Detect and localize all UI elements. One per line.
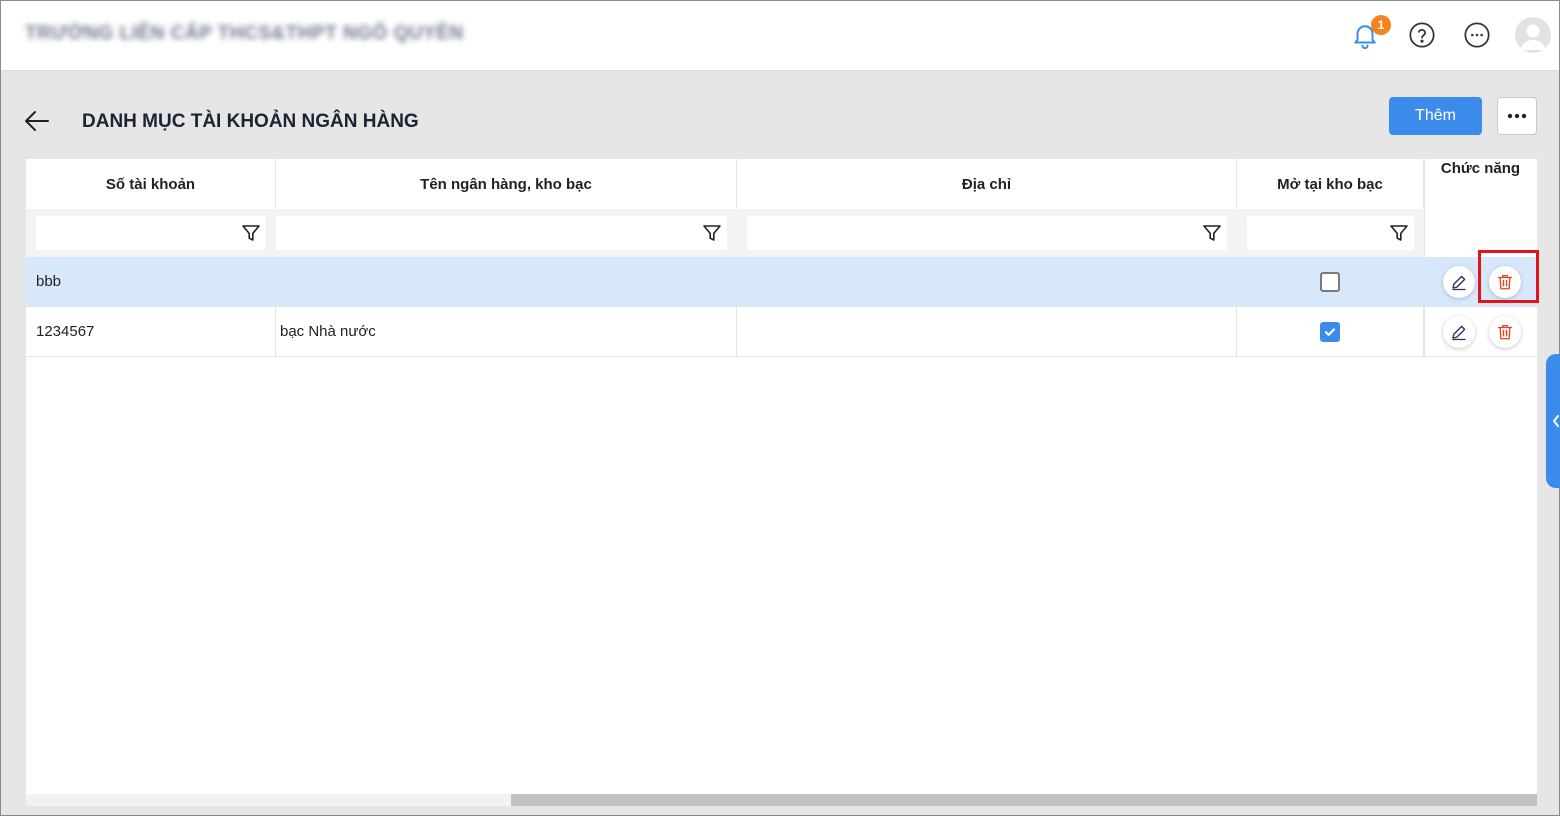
check-icon bbox=[1324, 327, 1336, 336]
column-header-bank-name[interactable]: Tên ngân hàng, kho bạc bbox=[276, 159, 737, 209]
edit-button[interactable] bbox=[1443, 266, 1475, 298]
cell-address bbox=[737, 257, 1237, 306]
filter-icon[interactable] bbox=[702, 223, 722, 243]
bank-account-grid: Số tài khoản Tên ngân hàng, kho bạc Địa … bbox=[26, 159, 1537, 806]
top-bar: TRƯỜNG LIÊN CẤP THCS&THPT NGÔ QUYỀN 1 bbox=[1, 1, 1559, 71]
filter-row bbox=[26, 209, 1424, 257]
filter-account-number[interactable] bbox=[36, 216, 266, 250]
filter-opened-at-treasury[interactable] bbox=[1247, 216, 1414, 250]
help-icon[interactable] bbox=[1405, 18, 1439, 52]
trash-icon bbox=[1497, 324, 1513, 340]
page-title: DANH MỤC TÀI KHOẢN NGÂN HÀNG bbox=[82, 111, 419, 132]
pencil-icon bbox=[1452, 275, 1466, 291]
more-options-button[interactable] bbox=[1497, 97, 1537, 135]
cell-opened-at-treasury bbox=[1237, 307, 1424, 356]
scrollbar-thumb[interactable] bbox=[511, 794, 1537, 806]
table-row[interactable]: bbb bbox=[26, 257, 1537, 307]
column-header-account-number[interactable]: Số tài khoản bbox=[26, 159, 276, 209]
filter-icon[interactable] bbox=[1389, 223, 1409, 243]
cell-bank-name bbox=[276, 257, 737, 306]
side-panel-toggle[interactable] bbox=[1546, 354, 1560, 488]
filter-icon[interactable] bbox=[241, 223, 261, 243]
back-arrow-icon[interactable] bbox=[23, 107, 51, 135]
column-header-opened-at-treasury[interactable]: Mở tại kho bạc bbox=[1237, 159, 1424, 209]
filter-input-account-number[interactable] bbox=[36, 216, 266, 250]
ellipsis-icon bbox=[1507, 113, 1527, 119]
delete-button[interactable] bbox=[1489, 266, 1521, 298]
filter-input-bank-name[interactable] bbox=[276, 216, 727, 250]
horizontal-scrollbar[interactable] bbox=[26, 794, 1537, 806]
notification-badge: 1 bbox=[1371, 15, 1391, 35]
chevron-left-icon bbox=[1553, 415, 1559, 427]
cell-opened-at-treasury bbox=[1237, 257, 1424, 306]
delete-button[interactable] bbox=[1489, 316, 1521, 348]
filter-icon[interactable] bbox=[1202, 223, 1222, 243]
cell-account-number: 1234567 bbox=[26, 307, 276, 356]
treasury-checkbox[interactable] bbox=[1320, 271, 1340, 292]
edit-button[interactable] bbox=[1443, 316, 1475, 348]
cell-address bbox=[737, 307, 1237, 356]
cell-bank-name: bạc Nhà nước bbox=[276, 307, 737, 356]
column-header-address[interactable]: Địa chỉ bbox=[737, 159, 1237, 209]
filter-address[interactable] bbox=[747, 216, 1227, 250]
add-button[interactable]: Thêm bbox=[1389, 97, 1482, 135]
cell-account-number: bbb bbox=[26, 257, 276, 306]
pencil-icon bbox=[1452, 325, 1466, 341]
table-row[interactable]: 1234567 bạc Nhà nước bbox=[26, 307, 1537, 357]
treasury-checkbox[interactable] bbox=[1320, 321, 1340, 342]
school-name: TRƯỜNG LIÊN CẤP THCS&THPT NGÔ QUYỀN bbox=[25, 23, 464, 44]
more-horizontal-icon[interactable] bbox=[1460, 18, 1494, 52]
filter-bank-name[interactable] bbox=[276, 216, 727, 250]
trash-icon bbox=[1497, 274, 1513, 290]
filter-input-address[interactable] bbox=[747, 216, 1227, 250]
avatar[interactable] bbox=[1515, 17, 1551, 53]
